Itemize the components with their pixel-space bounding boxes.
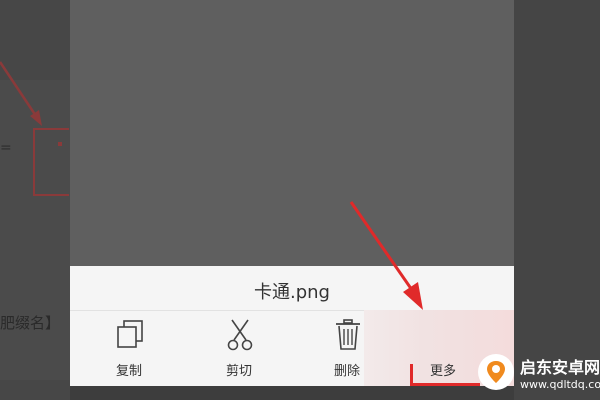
file-action-sheet: 卡通.png 复制 剪切 删除 更多	[70, 266, 514, 386]
background-highlight-box	[33, 128, 69, 196]
copy-button[interactable]: 复制	[94, 318, 164, 382]
watermark-logo	[478, 354, 514, 390]
scissors-icon	[227, 319, 253, 351]
copy-label: 复制	[115, 364, 142, 379]
background-dot	[58, 142, 62, 146]
trash-icon	[336, 319, 360, 350]
location-pin-icon	[480, 356, 512, 388]
background-right	[514, 0, 600, 400]
background-text-fragment: =	[0, 140, 12, 156]
background-text-fragment: 肥缀名】	[0, 314, 61, 332]
delete-label: 删除	[333, 364, 360, 379]
delete-button[interactable]: 删除	[312, 318, 382, 382]
watermark: 启东安卓网 www.qdltdq.com	[470, 346, 600, 400]
watermark-url: www.qdltdq.com	[520, 378, 600, 391]
watermark-title: 启东安卓网	[520, 358, 600, 377]
file-name: 卡通.png	[254, 282, 330, 303]
cut-label: 剪切	[225, 364, 252, 379]
background-left-strip	[0, 80, 70, 380]
copy-icon	[117, 320, 143, 348]
cut-button[interactable]: 剪切	[204, 318, 274, 382]
